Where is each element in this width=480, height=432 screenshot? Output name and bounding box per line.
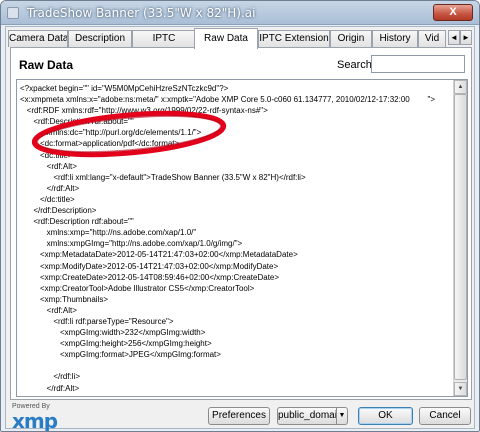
ok-button[interactable]: OK — [358, 407, 413, 425]
template-select[interactable]: public_domain — [277, 407, 343, 425]
raw-xml-line: <rdf:Alt> — [20, 161, 77, 171]
raw-xml-line: <xmp:MetadataDate>2012-05-14T21:47:03+02… — [20, 250, 298, 260]
raw-xml-line: <xmp:Thumbnails> — [20, 294, 109, 304]
preferences-button[interactable]: Preferences — [208, 407, 270, 425]
metadata-dialog-window: TradeShow Banner (33.5"W x 82"H).ai X Ca… — [0, 0, 480, 432]
tab-raw-data[interactable]: Raw Data — [194, 28, 258, 49]
tab-origin[interactable]: Origin — [330, 30, 372, 47]
xmp-logo: xmp — [12, 409, 58, 432]
search-input[interactable] — [371, 55, 465, 73]
tab-history[interactable]: History — [372, 30, 418, 47]
raw-xml-line: </dc:title> — [20, 194, 75, 204]
raw-xml-line: <rdf:Description rdf:about="" — [20, 117, 134, 127]
section-title: Raw Data — [19, 58, 74, 72]
scroll-up-icon[interactable]: ▲ — [454, 80, 467, 94]
tab-iptc-extension[interactable]: IPTC Extension — [258, 30, 330, 47]
raw-xml-line: </rdf:li> — [20, 372, 81, 382]
raw-xml-line: <dc:format>application/pdf</dc:format> — [20, 139, 180, 149]
dialog-client-area: Camera Data Description IPTC Raw Data IP… — [5, 26, 476, 432]
close-button[interactable]: X — [433, 4, 473, 21]
dialog-footer: Powered By xmp Preferences public_domain… — [6, 403, 476, 432]
raw-xml-line: <xmpGImg:height>256</xmpGImg:height> — [20, 339, 212, 349]
vertical-scrollbar[interactable]: ▲ ▼ — [453, 80, 467, 396]
tab-description[interactable]: Description — [68, 30, 132, 47]
raw-xml-line: <rdf:Alt> — [20, 305, 77, 315]
raw-xml-line: <xmpGImg:format>JPEG</xmpGImg:format> — [20, 350, 221, 360]
raw-xml-line: <rdf:li rdf:parseType="Resource"> — [20, 316, 174, 326]
raw-xml-line: <rdf:RDF xmlns:rdf="http://www.w3.org/19… — [20, 106, 268, 116]
raw-xml-line: </rdf:Description> — [20, 206, 97, 216]
search-label: Search: — [337, 59, 375, 71]
raw-xml-view[interactable]: <?xpacket begin="" id="W5M0MpCehiHzreSzN… — [16, 79, 468, 397]
raw-xml-line: <rdf:li xml:lang="x-default">TradeShow B… — [20, 172, 306, 182]
scrollbar-thumb[interactable] — [454, 94, 467, 380]
title-bar[interactable]: TradeShow Banner (33.5"W x 82"H).ai X — [1, 1, 479, 25]
raw-xml-line: <xmp:CreatorTool>Adobe Illustrator CS5</… — [20, 283, 255, 293]
raw-xml-line: <?xpacket begin="" id="W5M0MpCehiHzreSzN… — [20, 84, 229, 93]
raw-xml-line: </xmp:Thumbnails> — [20, 394, 450, 396]
raw-xml-line: <xmp:ModifyDate>2012-05-14T21:47:03+02:0… — [20, 261, 279, 271]
raw-xml-line: xmlns:dc="http://purl.org/dc/elements/1.… — [20, 128, 202, 138]
raw-xml-lines: <?xpacket begin="" id="W5M0MpCehiHzreSzN… — [20, 83, 450, 396]
raw-xml-line: </rdf:Alt> — [20, 383, 80, 393]
raw-xml-line: <x:xmpmeta xmlns:x="adobe:ns:meta/" x:xm… — [20, 95, 436, 105]
raw-xml-line: <rdf:Description rdf:about="" — [20, 217, 134, 227]
tab-video[interactable]: Vid — [418, 30, 446, 47]
raw-xml-line: <xmpGImg:width>232</xmpGImg:width> — [20, 328, 206, 338]
app-icon — [7, 7, 19, 19]
tab-camera-data[interactable]: Camera Data — [8, 30, 68, 47]
tab-strip: Camera Data Description IPTC Raw Data IP… — [8, 28, 474, 49]
raw-xml-line — [20, 360, 450, 371]
raw-xml-line: xmlns:xmpGImg="http://ns.adobe.com/xap/1… — [20, 239, 243, 249]
tab-scroll-right-icon[interactable]: ► — [460, 30, 472, 45]
cancel-button[interactable]: Cancel — [419, 407, 471, 425]
window-title: TradeShow Banner (33.5"W x 82"H).ai — [27, 6, 256, 20]
tab-scroll-left-icon[interactable]: ◄ — [448, 30, 460, 45]
template-dropdown-icon[interactable]: ▼ — [336, 407, 348, 425]
scroll-down-icon[interactable]: ▼ — [454, 382, 467, 396]
raw-xml-line: <xmp:CreateDate>2012-05-14T08:59:46+02:0… — [20, 272, 280, 282]
raw-xml-line: <dc:title> — [20, 150, 73, 160]
raw-data-panel: Raw Data Search: <?xpacket begin="" id="… — [10, 47, 472, 400]
tab-iptc[interactable]: IPTC — [132, 30, 196, 47]
raw-xml-line: </rdf:Alt> — [20, 183, 80, 193]
raw-xml-line: xmlns:xmp="http://ns.adobe.com/xap/1.0/" — [20, 228, 197, 238]
